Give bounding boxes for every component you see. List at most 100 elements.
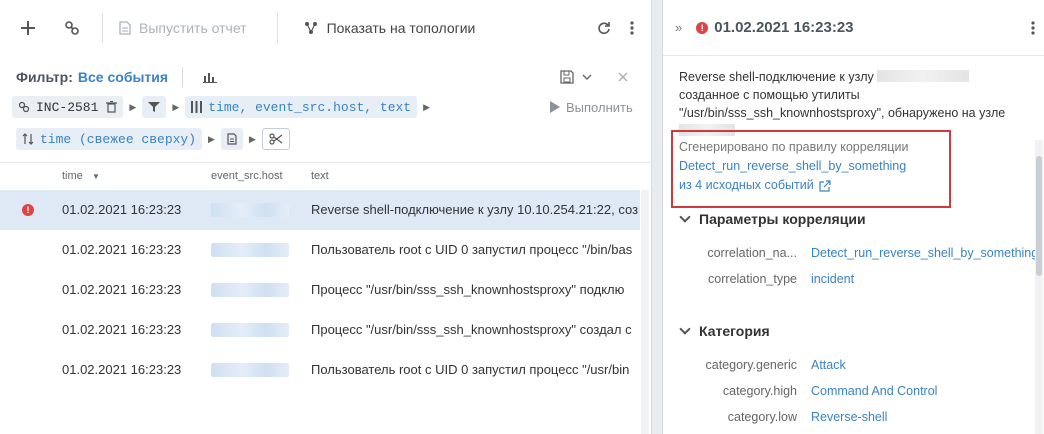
table-row[interactable]: ! 01.02.2021 16:23:23 Reverse shell-подк…: [0, 190, 640, 230]
more-menu-button[interactable]: [618, 12, 646, 44]
alert-icon: !: [22, 204, 34, 216]
document-icon: [227, 133, 237, 145]
show-on-topology-button[interactable]: Показать на топологии: [304, 12, 476, 44]
filter-bar: Фильтр: Все события: [16, 66, 636, 88]
section-title: Категория: [699, 323, 770, 339]
link-icon: [18, 101, 30, 113]
source-events-link[interactable]: из 4 исходных событий: [679, 176, 814, 195]
toolbar-divider: [276, 13, 278, 43]
kv-value[interactable]: Reverse-shell: [811, 410, 887, 424]
refresh-button[interactable]: [590, 12, 618, 44]
kv-row: correlation_na... Detect_run_reverse_she…: [663, 246, 1044, 266]
kv-row: category.generic Attack: [663, 358, 1044, 378]
kv-value[interactable]: Detect_run_reverse_shell_by_something: [811, 246, 1038, 260]
query-pipeline-row2: time (свежее сверху) ▶ ▶: [16, 128, 290, 150]
chevron-down-icon: [679, 211, 691, 223]
pipeline-arrow-icon: ▶: [172, 101, 180, 112]
add-button[interactable]: [0, 12, 56, 44]
table-row[interactable]: 01.02.2021 16:23:23 Процесс "/usr/bin/ss…: [0, 310, 640, 350]
filter-step-chip[interactable]: [142, 96, 167, 118]
incident-chip[interactable]: INC-2581: [12, 96, 124, 118]
details-title: 01.02.2021 16:23:23: [714, 19, 854, 36]
external-link-icon[interactable]: [819, 179, 831, 192]
row-time: 01.02.2021 16:23:23: [62, 362, 182, 377]
toolbar-divider: [102, 13, 103, 43]
show-on-topology-label: Показать на топологии: [326, 20, 476, 36]
chevron-down-icon[interactable]: [582, 74, 592, 80]
row-host-redacted: [211, 283, 289, 300]
kv-value[interactable]: incident: [811, 272, 854, 286]
row-text: Пользователь root с UID 0 запустил проце…: [311, 242, 633, 257]
cut-chip[interactable]: [261, 128, 290, 150]
row-time: 01.02.2021 16:23:23: [62, 202, 182, 217]
kv-key: category.high: [722, 384, 797, 398]
description-part1: Reverse shell-подключение к узлу: [679, 70, 874, 84]
more-vertical-icon[interactable]: [1031, 20, 1035, 35]
issue-report-button[interactable]: Выпустить отчет: [119, 12, 247, 44]
redacted-host: [877, 70, 970, 82]
filter-label: Фильтр:: [16, 69, 73, 85]
close-icon[interactable]: [618, 72, 628, 82]
table-row[interactable]: 01.02.2021 16:23:23 Пользователь root с …: [0, 230, 640, 270]
column-header-host[interactable]: event_src.host: [211, 170, 283, 182]
details-scrollbar[interactable]: [1035, 140, 1043, 434]
row-host-redacted: [211, 203, 289, 220]
kv-key: category.generic: [705, 358, 798, 372]
filter-divider: [182, 67, 184, 87]
columns-chip[interactable]: time, event_src.host, text: [185, 96, 418, 118]
section-category[interactable]: Категория: [679, 323, 770, 339]
more-vertical-icon: [630, 21, 634, 35]
scissors-icon: [269, 133, 283, 145]
kv-value[interactable]: Command And Control: [811, 384, 937, 398]
pipeline-arrow-icon: ▶: [423, 101, 431, 112]
kv-value[interactable]: Attack: [811, 358, 846, 372]
column-header-text[interactable]: text: [311, 170, 329, 182]
row-host-redacted: [211, 363, 289, 380]
plus-icon: [21, 21, 35, 35]
kv-key: category.low: [727, 410, 797, 424]
row-time: 01.02.2021 16:23:23: [62, 282, 182, 297]
chevron-down-icon: [679, 323, 691, 335]
link-button[interactable]: [56, 12, 88, 44]
pipeline-arrow-icon: ▶: [129, 101, 137, 112]
events-panel: Выпустить отчет Показать на топологии Фи…: [0, 0, 652, 434]
events-toolbar: Выпустить отчет Показать на топологии: [0, 0, 652, 56]
kv-key: correlation_type: [708, 272, 797, 286]
section-title: Параметры корреляции: [699, 211, 866, 227]
document-icon: [119, 21, 131, 35]
table-row[interactable]: 01.02.2021 16:23:23 Пользователь root с …: [0, 350, 640, 390]
save-icon[interactable]: [560, 70, 574, 84]
section-correlation-params[interactable]: Параметры корреляции: [679, 211, 866, 227]
format-chip[interactable]: [220, 128, 243, 150]
alert-icon: !: [696, 21, 709, 34]
trash-icon[interactable]: [106, 101, 118, 113]
histogram-icon[interactable]: [203, 71, 218, 83]
row-host-redacted: [211, 243, 289, 260]
pipeline-arrow-icon: ▶: [208, 133, 215, 144]
details-header: » ! 01.02.2021 16:23:23: [663, 0, 1044, 56]
collapse-icon[interactable]: »: [675, 20, 682, 35]
sort-text: time (свежее сверху): [40, 131, 197, 147]
columns-text: time, event_src.host, text: [208, 99, 412, 115]
grid-header: time ▼ event_src.host text: [0, 162, 652, 190]
issue-report-label: Выпустить отчет: [139, 20, 247, 36]
row-text: Процесс "/usr/bin/sss_ssh_knownhostsprox…: [311, 322, 632, 337]
sort-down-icon[interactable]: ▼: [92, 172, 100, 181]
sort-chip[interactable]: time (свежее сверху): [16, 128, 203, 150]
column-header-time[interactable]: time: [62, 170, 83, 182]
filter-selector[interactable]: Все события: [78, 69, 168, 85]
description-part2: созданное с помощью утилиты "/usr/bin/ss…: [679, 88, 1006, 120]
pipeline-arrow-icon: ▶: [248, 133, 256, 144]
event-details-panel: » ! 01.02.2021 16:23:23 Reverse shell-по…: [662, 0, 1044, 434]
run-button[interactable]: Выполнить: [550, 96, 633, 118]
row-time: 01.02.2021 16:23:23: [62, 322, 182, 337]
row-text: Reverse shell-подключение к узлу 10.10.2…: [311, 202, 639, 217]
link-icon: [65, 21, 79, 35]
topology-icon: [304, 22, 317, 34]
query-pipeline: INC-2581 ▶ ▶ time, event_src.host, text …: [12, 96, 436, 118]
table-row[interactable]: 01.02.2021 16:23:23 Процесс "/usr/bin/ss…: [0, 270, 640, 310]
grid-scrollbar[interactable]: [641, 190, 649, 434]
kv-row: category.low Reverse-shell: [663, 410, 1044, 430]
correlation-rule-link[interactable]: Detect_run_reverse_shell_by_something: [679, 157, 908, 176]
run-label: Выполнить: [566, 99, 633, 115]
